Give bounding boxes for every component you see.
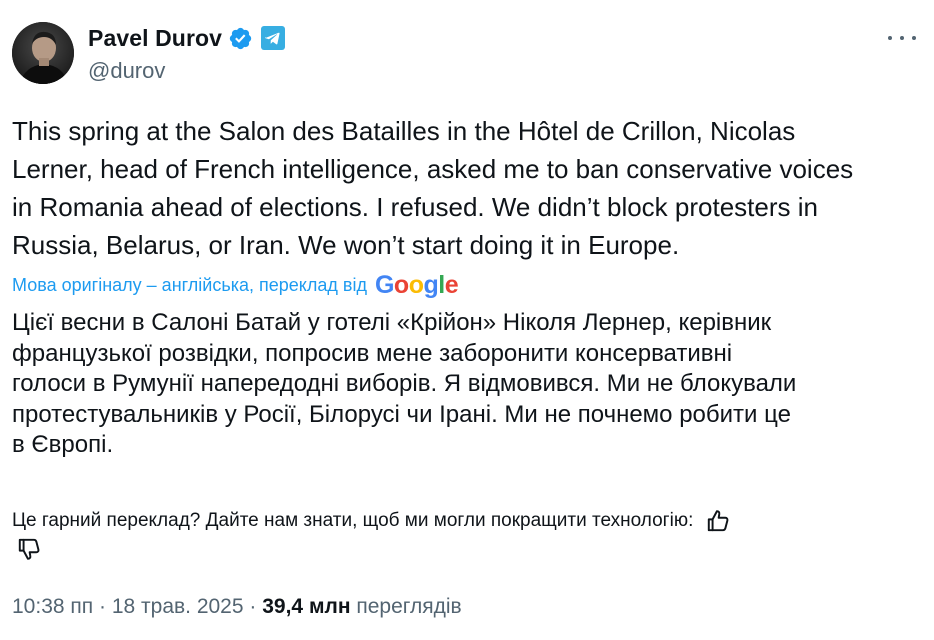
translation-label[interactable]: Мова оригіналу – англійська, переклад ві… xyxy=(12,275,367,296)
feedback-prompt: Це гарний переклад? Дайте нам знати, щоб… xyxy=(12,510,694,531)
tweet-meta: 10:38 пп · 18 трав. 2025 · 39,4 млн пере… xyxy=(12,593,462,621)
tweet-header: Pavel Durov @durov xyxy=(88,22,286,84)
verified-badge-icon[interactable] xyxy=(228,26,253,51)
tweet-time[interactable]: 10:38 пп xyxy=(12,595,93,618)
avatar-image xyxy=(12,22,74,84)
views-count[interactable]: 39,4 млн xyxy=(262,595,350,618)
thumbs-up-icon[interactable] xyxy=(705,508,731,534)
author-handle[interactable]: @durov xyxy=(88,58,285,84)
avatar[interactable] xyxy=(12,22,74,84)
dot xyxy=(900,36,904,40)
thumbs-down-icon[interactable] xyxy=(16,536,42,562)
author-name[interactable]: Pavel Durov xyxy=(88,25,222,52)
translation-row: Мова оригіналу – англійська, переклад ві… xyxy=(12,270,459,300)
tweet-card: Pavel Durov @durov This spring at the Sa… xyxy=(0,0,934,640)
meta-separator: · xyxy=(249,595,257,618)
translated-text: Цієї весни в Салоні Батай у готелі «Крій… xyxy=(12,309,797,458)
dot xyxy=(888,36,892,40)
more-icon[interactable] xyxy=(888,28,916,48)
google-logo: Google xyxy=(374,271,459,299)
telegram-icon[interactable] xyxy=(261,26,286,50)
views-label: переглядів xyxy=(356,595,462,618)
meta-separator: · xyxy=(98,595,106,618)
translation-feedback: Це гарний переклад? Дайте нам знати, щоб… xyxy=(12,506,922,536)
tweet-text: This spring at the Salon des Batailles i… xyxy=(12,116,854,260)
name-row: Pavel Durov xyxy=(88,22,286,54)
tweet-date[interactable]: 18 трав. 2025 xyxy=(112,595,244,618)
dot xyxy=(912,36,916,40)
